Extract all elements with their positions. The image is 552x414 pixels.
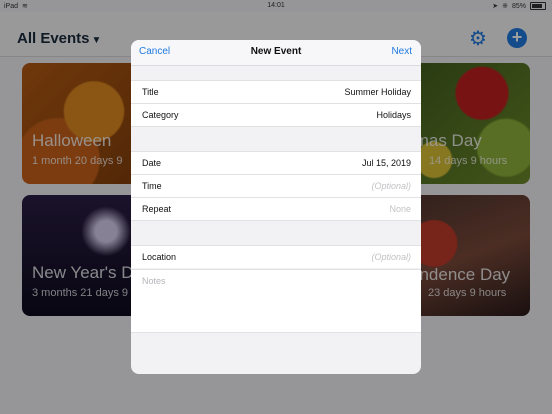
title-field[interactable]: Summer Holiday [344, 87, 411, 97]
category-value: Holidays [376, 110, 411, 120]
row-label: Category [142, 110, 179, 120]
row-label: Time [142, 181, 162, 191]
modal-title: New Event [250, 46, 302, 57]
date-row[interactable]: Date Jul 15, 2019 [131, 151, 421, 174]
location-row[interactable]: Location (Optional) [131, 245, 421, 268]
repeat-row[interactable]: Repeat None [131, 197, 421, 221]
next-button[interactable]: Next [391, 46, 412, 57]
row-label: Title [142, 87, 159, 97]
notes-textarea[interactable]: Notes [131, 269, 421, 333]
modal-header: Cancel New Event Next [131, 40, 421, 66]
repeat-value: None [389, 204, 411, 214]
category-row[interactable]: Category Holidays [131, 103, 421, 127]
date-value: Jul 15, 2019 [361, 158, 411, 168]
time-placeholder: (Optional) [371, 181, 411, 191]
location-field[interactable]: (Optional) [371, 252, 411, 262]
row-label: Location [142, 252, 177, 262]
row-label: Date [142, 158, 162, 168]
new-event-modal: Cancel New Event Next Title Summer Holid… [131, 40, 421, 374]
row-label: Repeat [142, 204, 172, 214]
notes-placeholder: Notes [142, 276, 166, 286]
title-row[interactable]: Title Summer Holiday [131, 80, 421, 103]
time-row[interactable]: Time (Optional) [131, 174, 421, 197]
